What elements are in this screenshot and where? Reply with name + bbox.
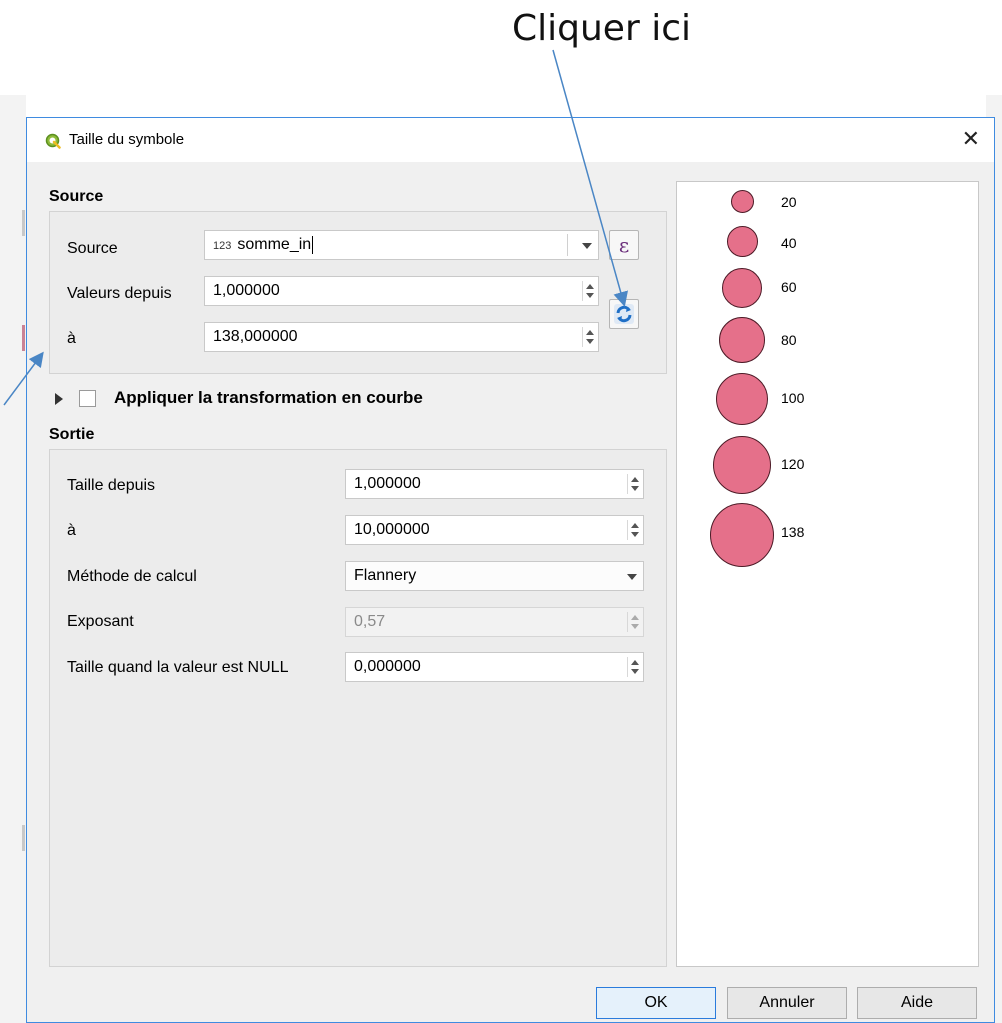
help-button[interactable]: Aide	[857, 987, 977, 1019]
ok-button[interactable]: OK	[596, 987, 716, 1019]
spinbox-arrows-icon	[627, 612, 640, 632]
a-output-label: à	[67, 522, 76, 539]
legend-label: 20	[781, 194, 797, 210]
chevron-down-icon[interactable]	[582, 243, 592, 249]
legend-circle	[710, 503, 774, 567]
legend-circle	[719, 317, 765, 363]
background-tick	[22, 825, 25, 851]
methode-calcul-value: Flannery	[354, 567, 417, 584]
methode-calcul-select[interactable]: Flannery	[345, 561, 644, 591]
background-tick	[22, 325, 25, 351]
expand-triangle-icon[interactable]	[55, 393, 63, 405]
valeurs-depuis-label: Valeurs depuis	[67, 285, 172, 302]
legend-circle	[731, 190, 754, 213]
qgis-logo-icon	[45, 133, 61, 149]
spinbox-arrows-icon[interactable]	[627, 474, 640, 494]
legend-label: 60	[781, 279, 797, 295]
curve-transform-checkbox[interactable]	[79, 390, 96, 407]
background-tick	[22, 210, 25, 236]
legend-circle	[713, 436, 771, 494]
numeric-type-icon: 123	[213, 240, 232, 252]
taille-depuis-spinbox[interactable]: 1,000000	[345, 469, 644, 499]
spinbox-arrows-icon[interactable]	[627, 520, 640, 540]
exposant-spinbox: 0,57	[345, 607, 644, 637]
legend-label: 100	[781, 390, 805, 406]
taille-depuis-label: Taille depuis	[67, 477, 156, 494]
refresh-button[interactable]	[609, 299, 639, 329]
taille-depuis-value: 1,000000	[354, 475, 421, 492]
null-size-spinbox[interactable]: 0,000000	[345, 652, 644, 682]
a-source-spinbox[interactable]: 138,000000	[204, 322, 599, 352]
exposant-label: Exposant	[67, 613, 134, 630]
legend-label: 40	[781, 235, 797, 251]
null-size-label: Taille quand la valeur est NULL	[67, 659, 289, 676]
a-output-value: 10,000000	[354, 521, 430, 538]
methode-calcul-label: Méthode de calcul	[67, 568, 197, 585]
spinbox-arrows-icon[interactable]	[627, 657, 640, 677]
source-field-combo[interactable]: 123 somme_in	[204, 230, 599, 260]
source-field-value: somme_in	[237, 236, 312, 253]
title-bar: Taille du symbole ✕	[27, 118, 994, 162]
cancel-button[interactable]: Annuler	[727, 987, 847, 1019]
annotation-text: Cliquer ici	[512, 8, 691, 49]
expression-button[interactable]: ε	[609, 230, 639, 260]
source-heading: Source	[49, 188, 104, 205]
valeurs-depuis-value: 1,000000	[213, 282, 280, 299]
a-output-spinbox[interactable]: 10,000000	[345, 515, 644, 545]
expression-epsilon-icon: ε	[618, 233, 630, 257]
null-size-value: 0,000000	[354, 658, 421, 675]
curve-transform-label: Appliquer la transformation en courbe	[114, 388, 423, 407]
annotation-area: Cliquer ici	[0, 0, 1002, 50]
dialog-title: Taille du symbole	[69, 131, 185, 148]
text-caret	[312, 235, 314, 254]
chevron-down-icon	[627, 574, 637, 580]
spinbox-arrows-icon[interactable]	[582, 327, 595, 347]
legend-label: 138	[781, 524, 805, 540]
output-heading: Sortie	[49, 426, 95, 443]
a-source-value: 138,000000	[213, 328, 298, 345]
legend-label: 80	[781, 332, 797, 348]
legend-circle	[727, 226, 758, 257]
legend-label: 120	[781, 456, 805, 472]
a-source-label: à	[67, 330, 76, 347]
legend-circle	[722, 268, 762, 308]
source-label: Source	[67, 240, 118, 257]
background-window-left	[0, 95, 26, 1023]
refresh-icon	[614, 304, 634, 324]
exposant-value: 0,57	[354, 613, 386, 630]
spinbox-arrows-icon[interactable]	[582, 281, 595, 301]
valeurs-depuis-spinbox[interactable]: 1,000000	[204, 276, 599, 306]
combo-divider	[567, 234, 568, 256]
legend-circle	[716, 373, 768, 425]
close-button[interactable]: ✕	[962, 126, 980, 152]
size-legend-preview: 20 40 60 80 100 120 138	[676, 181, 979, 967]
symbol-size-dialog: Taille du symbole ✕ Source Source 123 som…	[26, 117, 995, 1023]
